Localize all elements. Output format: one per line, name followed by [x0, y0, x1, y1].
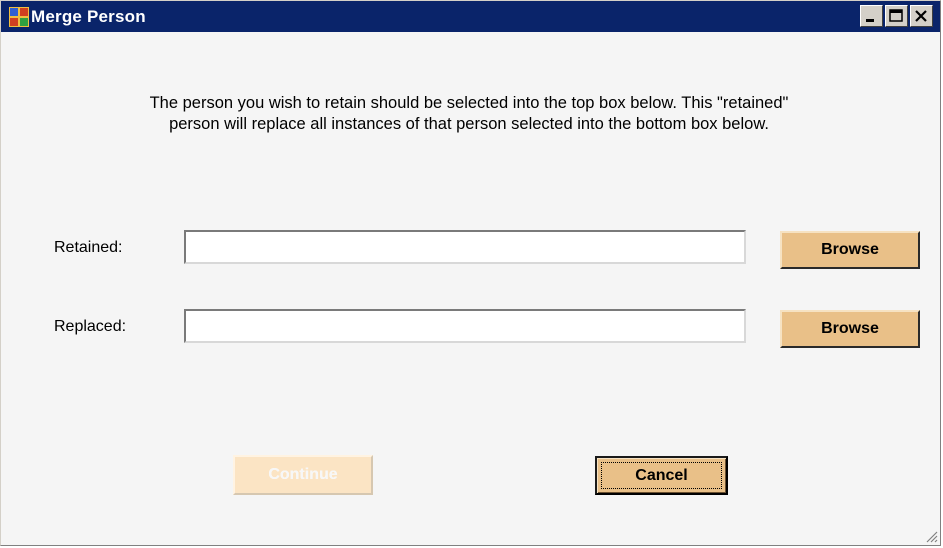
instructions-text: The person you wish to retain should be …	[29, 93, 909, 135]
retained-field[interactable]	[184, 230, 746, 264]
merge-person-window: Merge Person The person you wish to reta…	[0, 0, 941, 546]
instructions-line-2: person will replace all instances of tha…	[169, 115, 769, 133]
replaced-field[interactable]	[184, 309, 746, 343]
maximize-button[interactable]	[885, 5, 908, 27]
close-icon	[915, 10, 927, 22]
window-title: Merge Person	[31, 7, 146, 26]
minimize-icon	[866, 19, 874, 22]
title-bar[interactable]: Merge Person	[1, 1, 940, 32]
cancel-button[interactable]: Cancel	[595, 456, 728, 495]
cancel-label: Cancel	[601, 462, 722, 489]
minimize-button[interactable]	[860, 5, 883, 27]
instructions-line-1: The person you wish to retain should be …	[149, 94, 789, 112]
retained-label: Retained:	[54, 239, 123, 256]
merge-app-icon[interactable]	[9, 7, 29, 27]
browse-replaced-button[interactable]: Browse	[780, 310, 920, 348]
close-button[interactable]	[910, 5, 933, 27]
resize-grip-icon[interactable]	[924, 529, 938, 543]
maximize-icon	[889, 9, 903, 22]
continue-button[interactable]: Continue	[233, 455, 373, 495]
replaced-label: Replaced:	[54, 318, 127, 335]
browse-retained-button[interactable]: Browse	[780, 231, 920, 269]
